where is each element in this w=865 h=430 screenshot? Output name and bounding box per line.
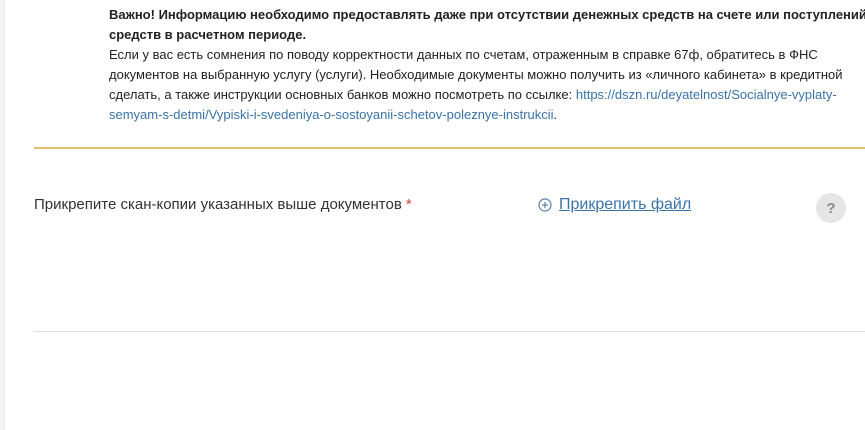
required-asterisk: * xyxy=(405,196,412,213)
notice-line-4: документов на выбранную услугу (услуги).… xyxy=(109,67,843,82)
notice-line-5-text: сделать, а также инструкции основных бан… xyxy=(109,87,576,102)
left-frame-edge xyxy=(0,0,5,430)
notice-line-3: Если у вас есть сомнения по поводу корре… xyxy=(109,47,818,62)
section-divider-grey xyxy=(34,331,865,332)
notice-bold-line-2: средств в расчетном периоде. xyxy=(109,27,307,42)
upload-field-label-text: Прикрепите скан-копии указанных выше док… xyxy=(34,196,402,213)
upload-field-label: Прикрепите скан-копии указанных выше док… xyxy=(34,195,412,215)
attach-file-link[interactable]: Прикрепить файл xyxy=(559,195,691,215)
section-divider-gold xyxy=(34,147,865,149)
important-notice: Важно! Информацию необходимо предоставля… xyxy=(109,5,865,125)
plus-circle-icon xyxy=(538,198,552,212)
notice-line-6: semyam-s-detmi/Vypiski-i-svedeniya-o-sos… xyxy=(109,105,865,125)
instructions-link-part-1[interactable]: https://dszn.ru/deyatelnost/Socialnye-vy… xyxy=(576,87,837,102)
notice-line-6-tail: . xyxy=(553,107,558,122)
question-mark-icon: ? xyxy=(826,199,836,217)
notice-line-5: сделать, а также инструкции основных бан… xyxy=(109,85,865,105)
instructions-link-part-2[interactable]: semyam-s-detmi/Vypiski-i-svedeniya-o-sos… xyxy=(109,107,554,122)
attach-file-button[interactable]: Прикрепить файл xyxy=(538,195,691,215)
help-button[interactable]: ? xyxy=(816,193,846,223)
notice-bold-line-1: Важно! Информацию необходимо предоставля… xyxy=(109,7,865,22)
